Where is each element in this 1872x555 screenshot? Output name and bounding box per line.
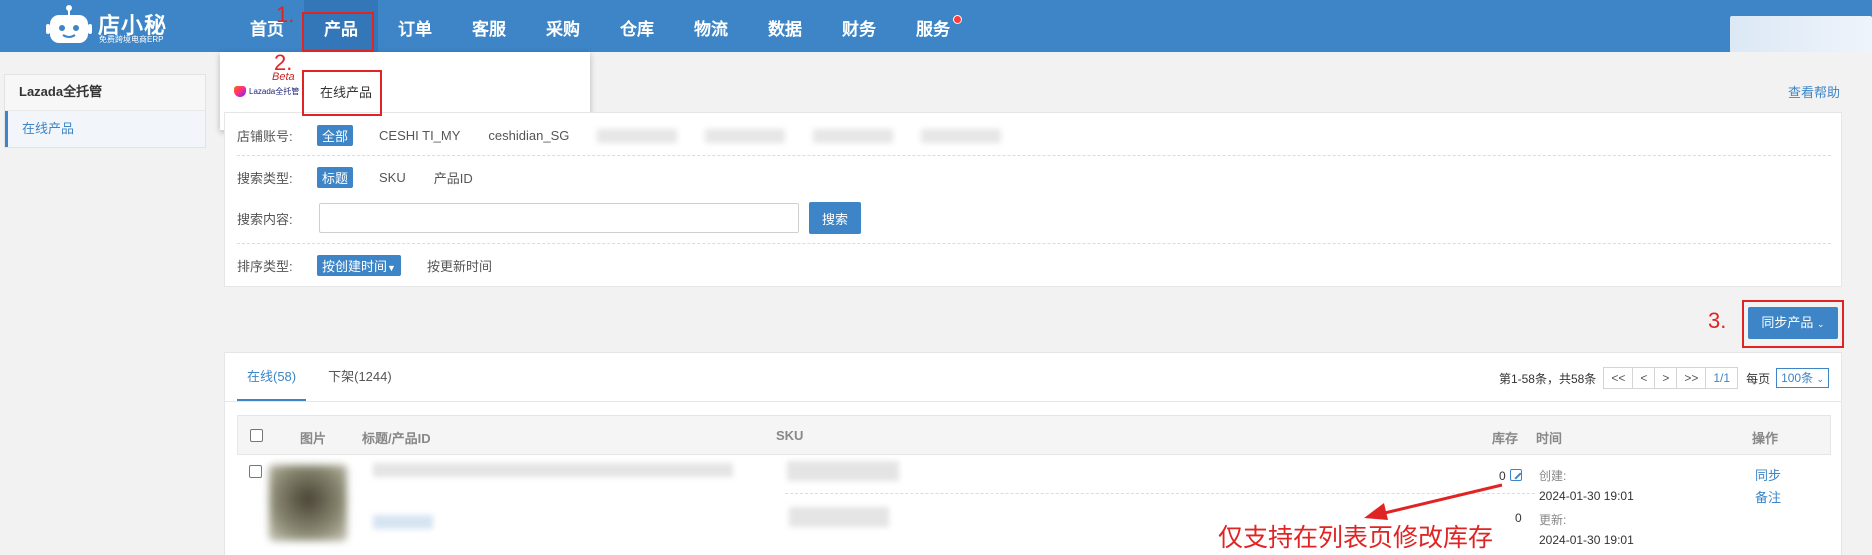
updated-time: 2024-01-30 19:01 — [1539, 533, 1634, 547]
row-divider — [785, 493, 1535, 494]
product-id-blurred[interactable] — [373, 515, 433, 529]
pager-prev-button[interactable]: < — [1632, 367, 1656, 389]
stock-value: 0 — [1515, 511, 1522, 525]
filter-panel: 店铺账号: 全部 CESHI TI_MY ceshidian_SG 搜索类型: … — [224, 112, 1842, 287]
edit-stock-icon[interactable] — [1510, 469, 1522, 481]
step-1-label: 1. — [276, 2, 295, 27]
pager-current-page[interactable]: 1/1 — [1705, 367, 1739, 389]
per-page-value: 100条 — [1781, 371, 1814, 385]
search-type-row: 搜索类型: 标题 SKU 产品ID — [237, 167, 501, 188]
search-input[interactable] — [319, 203, 799, 233]
tab-divider — [225, 401, 1841, 402]
search-button[interactable]: 搜索 — [809, 202, 861, 234]
nav-service[interactable]: 服务 — [896, 0, 970, 52]
table-header: 图片 标题/产品ID SKU 库存 时间 操作 — [237, 415, 1831, 455]
shop-option-blurred[interactable] — [813, 128, 894, 143]
col-time: 时间 — [1536, 431, 1563, 446]
sort-row: 排序类型: 按创建时间▼ 按更新时间 — [237, 255, 520, 276]
step-3-label: 3. — [1708, 308, 1727, 333]
search-content-row: 搜索内容: 搜索 — [237, 202, 861, 234]
nav-service-label: 服务 — [916, 20, 950, 39]
table-row: 0 0 创建: 2024-01-30 19:01 更新: 2024-01-30 … — [237, 455, 1831, 555]
nav-warehouse[interactable]: 仓库 — [600, 0, 674, 52]
nav-data[interactable]: 数据 — [748, 0, 822, 52]
lazada-logo: Lazada全托管 — [234, 83, 306, 99]
created-time: 2024-01-30 19:01 — [1539, 489, 1634, 503]
status-tabs: 在线(58) 下架(1244) — [237, 353, 414, 401]
col-stock: 库存 — [1492, 431, 1519, 446]
app-slogan: 免费跨境电商ERP — [99, 35, 164, 44]
shop-option-2[interactable]: ceshidian_SG — [488, 128, 569, 143]
search-type-product-id[interactable]: 产品ID — [434, 168, 473, 187]
col-sku: SKU — [776, 428, 804, 443]
sidebar-title: Lazada全托管 — [5, 75, 205, 111]
sort-label: 排序类型: — [237, 259, 293, 274]
sync-link[interactable]: 同步 — [1755, 465, 1781, 484]
sku-blurred — [789, 507, 889, 527]
help-link[interactable]: 查看帮助 — [1788, 82, 1840, 101]
annotation-box-sync-button — [1742, 300, 1844, 348]
pager-summary: 第1-58条，共58条 — [1498, 371, 1597, 386]
user-account-box[interactable] — [1730, 16, 1872, 52]
row-checkbox[interactable] — [249, 465, 262, 478]
col-title: 标题/产品ID — [362, 431, 431, 446]
annotation-box-product-nav — [302, 12, 374, 52]
sku-blurred — [787, 461, 899, 481]
tab-online[interactable]: 在线(58) — [237, 353, 307, 401]
per-page-select[interactable]: 100条 ⌄ — [1776, 368, 1829, 388]
product-thumbnail[interactable] — [269, 465, 347, 541]
sort-by-updated[interactable]: 按更新时间 — [427, 256, 492, 275]
select-all-checkbox[interactable] — [250, 429, 263, 442]
per-page-label: 每页 — [1746, 371, 1771, 386]
note-link[interactable]: 备注 — [1755, 487, 1781, 506]
nav-purchase[interactable]: 采购 — [526, 0, 600, 52]
annotation-box-online-products — [302, 70, 382, 116]
search-type-label: 搜索类型: — [237, 171, 293, 186]
sidebar-item-online-products[interactable]: 在线产品 — [5, 111, 205, 147]
tab-offline[interactable]: 下架(1244) — [318, 353, 402, 401]
pager-first-button[interactable]: << — [1603, 367, 1634, 389]
sidebar: Lazada全托管 在线产品 — [4, 74, 206, 148]
robot-logo-icon — [46, 5, 92, 43]
lazada-heart-icon — [234, 85, 246, 97]
search-type-sku[interactable]: SKU — [379, 170, 406, 185]
sort-by-created[interactable]: 按创建时间▼ — [317, 255, 401, 276]
divider — [237, 243, 1831, 244]
step-2-label: 2. — [274, 50, 293, 75]
created-label: 创建: — [1539, 469, 1567, 483]
divider — [237, 155, 1831, 156]
nav-orders[interactable]: 订单 — [378, 0, 452, 52]
app-logo[interactable]: 店小秘 免费跨境电商ERP — [46, 2, 176, 46]
notification-dot — [953, 15, 962, 24]
shop-option-blurred[interactable] — [921, 128, 1002, 143]
shop-filter-label: 店铺账号: — [237, 129, 293, 144]
chevron-down-icon: ⌄ — [1816, 374, 1824, 384]
updated-label: 更新: — [1539, 513, 1567, 527]
shop-option-blurred[interactable] — [705, 128, 786, 143]
stock-value: 0 — [1499, 469, 1506, 483]
nav-customer-service[interactable]: 客服 — [452, 0, 526, 52]
shop-option-blurred[interactable] — [597, 128, 678, 143]
sort-by-created-label: 按创建时间 — [322, 259, 388, 274]
lazada-brand-label: Lazada全托管 — [249, 86, 300, 96]
search-content-label: 搜索内容: — [237, 211, 293, 227]
pager-next-button[interactable]: > — [1654, 367, 1678, 389]
caret-down-icon: ▼ — [387, 263, 396, 273]
nav-logistics[interactable]: 物流 — [674, 0, 748, 52]
shop-option-1[interactable]: CESHI TI_MY — [379, 128, 460, 143]
product-title-blurred[interactable] — [373, 463, 733, 477]
shop-option-all[interactable]: 全部 — [317, 125, 354, 146]
search-type-title[interactable]: 标题 — [317, 167, 354, 188]
annotation-text: 仅支持在列表页修改库存 — [1218, 524, 1494, 552]
nav-finance[interactable]: 财务 — [822, 0, 896, 52]
pagination: 第1-58条，共58条 << < > >> 1/1 每页 100条 ⌄ — [1499, 367, 1829, 389]
col-ops: 操作 — [1752, 431, 1779, 446]
col-image: 图片 — [300, 431, 327, 446]
product-list-panel: 在线(58) 下架(1244) 第1-58条，共58条 << < > >> 1/… — [224, 352, 1842, 555]
pager-last-button[interactable]: >> — [1676, 367, 1707, 389]
shop-filter-row: 店铺账号: 全部 CESHI TI_MY ceshidian_SG — [237, 125, 1029, 146]
